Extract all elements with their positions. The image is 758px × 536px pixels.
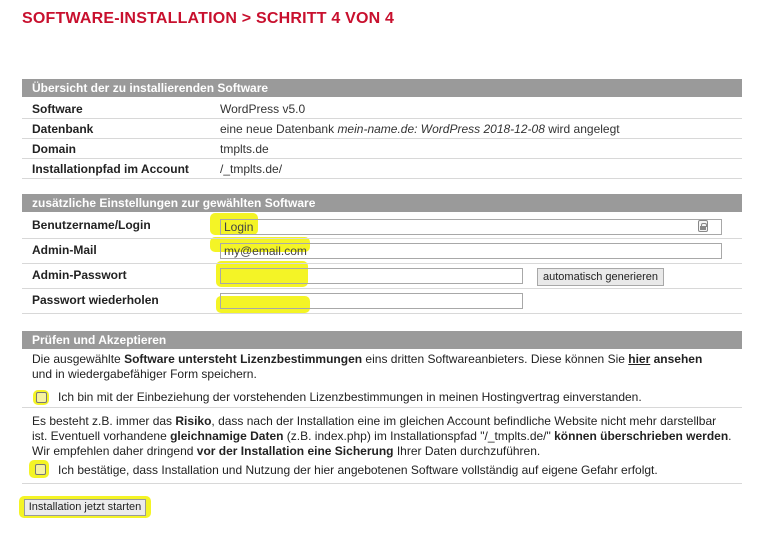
license-accept-checkbox[interactable]	[36, 392, 47, 403]
generate-password-button[interactable]: automatisch generieren	[537, 268, 664, 286]
row-value-prefix: eine neue Datenbank	[220, 122, 338, 136]
row-label: Domain	[32, 142, 77, 156]
risk-accept-label: Ich bestätige, dass Installation und Nut…	[58, 463, 658, 477]
page-title: SOFTWARE-INSTALLATION > SCHRITT 4 VON 4	[22, 10, 395, 27]
overview-row-software: Software WordPress v5.0	[22, 99, 742, 119]
password-input[interactable]	[220, 268, 523, 284]
email-input[interactable]	[220, 243, 722, 259]
row-label: Installationpfad im Account	[32, 162, 189, 176]
password-label: Admin-Passwort	[32, 268, 127, 282]
settings-header: zusätzliche Einstellungen zur gewählten …	[22, 194, 742, 212]
text: Es besteht z.B. immer das	[32, 414, 176, 428]
row-value: /_tmplts.de/	[220, 162, 283, 176]
keyboard-icon[interactable]	[698, 220, 708, 232]
row-value: tmplts.de	[220, 142, 269, 156]
risk-accept-checkbox[interactable]	[35, 464, 46, 475]
divider	[22, 482, 742, 484]
password-repeat-input[interactable]	[220, 293, 523, 309]
username-input[interactable]	[220, 219, 722, 235]
overview-row-domain: Domain tmplts.de	[22, 139, 742, 159]
text: (z.B. index.php) im Installationspfad "/…	[283, 429, 555, 443]
license-link[interactable]: hier	[628, 352, 650, 366]
text: Die ausgewählte	[32, 352, 125, 366]
password-repeat-label: Passwort wiederholen	[32, 293, 159, 307]
overview-row-database: Datenbank eine neue Datenbank mein-name.…	[22, 119, 742, 139]
text-bold: Risiko	[175, 414, 212, 428]
text: Ihrer Daten durchzuführen.	[393, 444, 541, 458]
text-bold: vor der Installation eine Sicherung	[196, 444, 394, 458]
row-label: Software	[32, 102, 83, 116]
row-label: Datenbank	[32, 122, 94, 136]
text-bold: gleichnamige Daten	[170, 429, 284, 443]
username-label: Benutzername/Login	[32, 218, 151, 232]
license-accept-label: Ich bin mit der Einbeziehung der vorsteh…	[58, 390, 642, 404]
text: eins dritten Softwareanbieters. Diese kö…	[362, 352, 629, 366]
accept-header: Prüfen und Akzeptieren	[22, 331, 742, 349]
start-installation-button[interactable]: Installation jetzt starten	[24, 499, 146, 516]
row-value-db-name: mein-name.de: WordPress 2018-12-08	[337, 122, 545, 136]
overview-row-path: Installationpfad im Account /_tmplts.de/	[22, 159, 742, 179]
text: und in wiedergabefähiger Form speichern.	[32, 367, 257, 381]
text-bold: Software untersteht Lizenzbestimmungen	[124, 352, 363, 366]
risk-text: Es besteht z.B. immer das Risiko, dass n…	[32, 414, 732, 459]
license-text: Die ausgewählte Software untersteht Lize…	[32, 352, 732, 382]
email-label: Admin-Mail	[32, 243, 97, 257]
text-bold: können überschrieben werden	[554, 429, 729, 443]
row-value-suffix: wird angelegt	[544, 122, 620, 136]
row-value: WordPress v5.0	[220, 102, 306, 116]
overview-header: Übersicht der zu installierenden Softwar…	[22, 79, 742, 97]
row-value: eine neue Datenbank mein-name.de: WordPr…	[220, 122, 620, 136]
text-bold: ansehen	[653, 352, 703, 366]
